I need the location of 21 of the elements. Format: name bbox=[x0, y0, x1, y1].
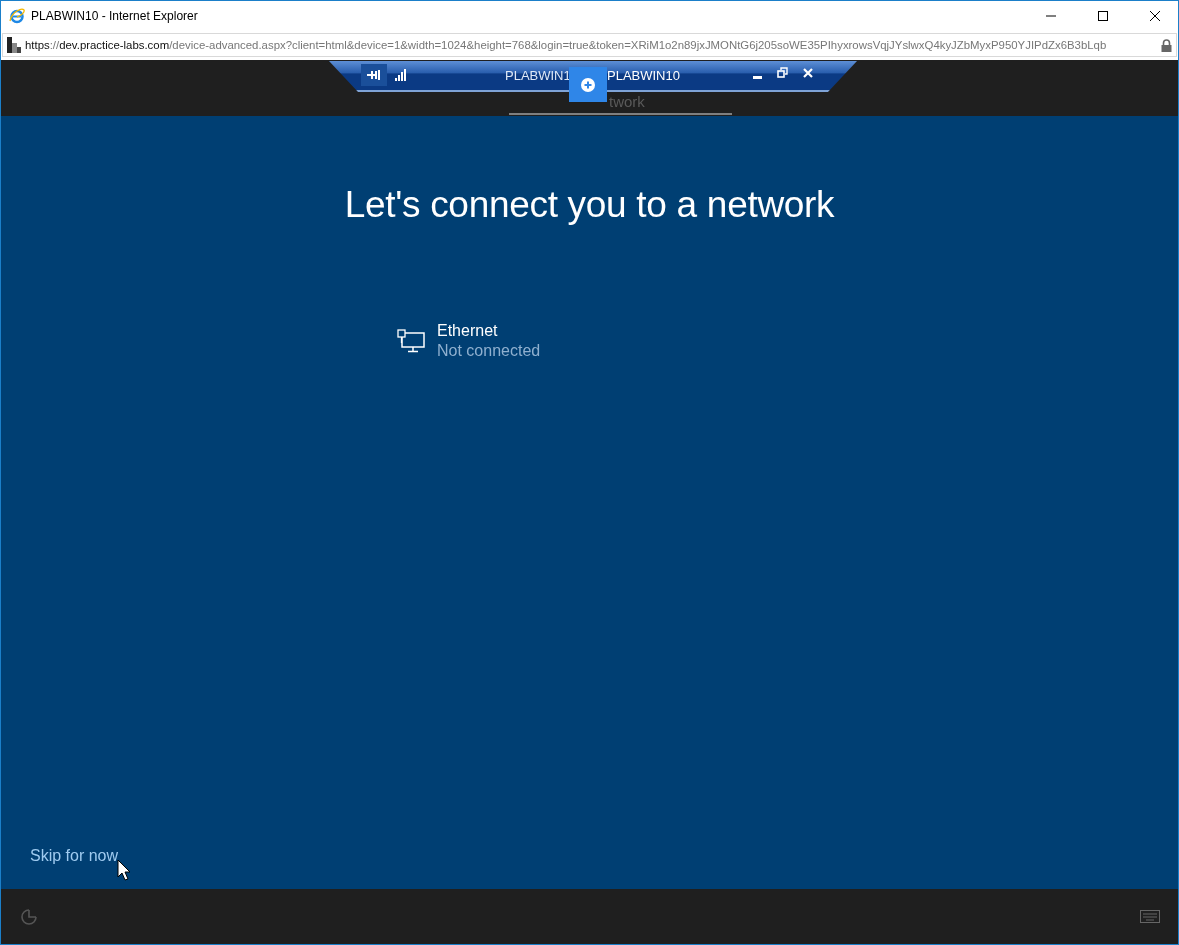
network-name[interactable]: Ethernet bbox=[437, 322, 541, 340]
page-heading: Let's connect you to a network bbox=[344, 184, 835, 226]
minimize-icon[interactable] bbox=[753, 73, 762, 79]
add-button[interactable] bbox=[569, 67, 607, 102]
maximize-icon bbox=[1098, 11, 1108, 21]
page-header-text: twork bbox=[609, 94, 645, 110]
computer-icon bbox=[397, 328, 425, 354]
toolbar-title: PLABWIN1 bbox=[505, 68, 571, 83]
restore-icon[interactable] bbox=[777, 67, 788, 78]
pin-icon[interactable] bbox=[367, 70, 381, 80]
mouse-pointer-icon bbox=[117, 859, 131, 881]
close-icon bbox=[1150, 11, 1160, 21]
signal-icon bbox=[395, 69, 407, 81]
plus-icon bbox=[581, 77, 595, 92]
skip-link[interactable]: Skip for now bbox=[30, 847, 119, 865]
window-title: PLABWIN10 - Internet Explorer bbox=[31, 9, 198, 23]
close-icon[interactable] bbox=[803, 68, 813, 78]
keyboard-icon[interactable] bbox=[1140, 910, 1160, 923]
network-status: Not connected bbox=[437, 342, 541, 360]
toolbar-title: PLABWIN10 bbox=[607, 68, 680, 83]
browser-logo-icon bbox=[9, 8, 25, 24]
